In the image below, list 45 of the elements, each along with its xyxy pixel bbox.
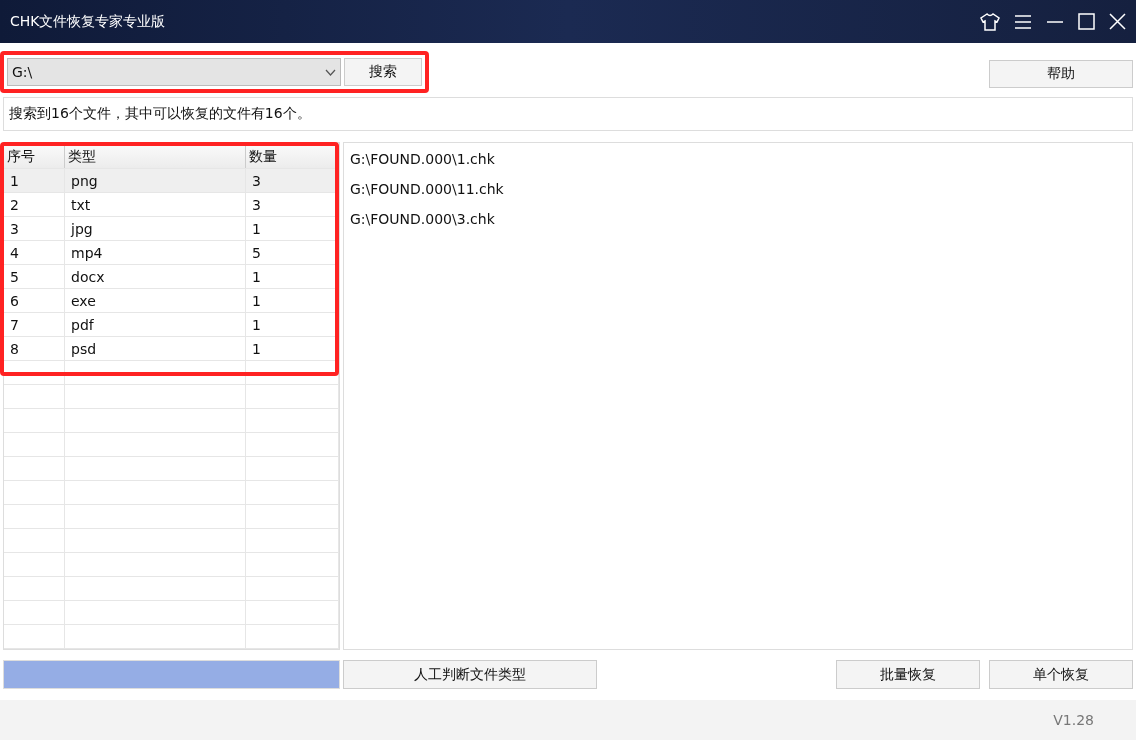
table-cell: 3 bbox=[246, 169, 339, 192]
file-path[interactable]: G:\FOUND.000\1.chk bbox=[350, 149, 1126, 169]
table-cell: jpg bbox=[65, 217, 246, 240]
table-cell: 8 bbox=[4, 337, 65, 360]
file-path[interactable]: G:\FOUND.000\11.chk bbox=[350, 179, 1126, 199]
table-cell: 6 bbox=[4, 289, 65, 312]
table-cell: 5 bbox=[246, 241, 339, 264]
table-cell: pdf bbox=[65, 313, 246, 336]
help-button[interactable]: 帮助 bbox=[989, 60, 1133, 88]
table-cell: 1 bbox=[4, 169, 65, 192]
table-cell: 1 bbox=[246, 289, 339, 312]
menu-icon[interactable] bbox=[1014, 13, 1032, 30]
single-restore-button[interactable]: 单个恢复 bbox=[989, 660, 1133, 689]
chevron-icon bbox=[325, 68, 336, 76]
column-header: 数量 bbox=[246, 145, 339, 168]
minimize-icon[interactable] bbox=[1046, 19, 1064, 24]
close-icon[interactable] bbox=[1109, 13, 1126, 30]
table-cell: psd bbox=[65, 337, 246, 360]
file-path[interactable]: G:\FOUND.000\3.chk bbox=[350, 209, 1126, 229]
table-cell: 5 bbox=[4, 265, 65, 288]
table-cell: docx bbox=[65, 265, 246, 288]
table-cell: 1 bbox=[246, 265, 339, 288]
status-message: 搜索到16个文件，其中可以恢复的文件有16个。 bbox=[3, 97, 1133, 131]
table-cell: 4 bbox=[4, 241, 65, 264]
table-cell: exe bbox=[65, 289, 246, 312]
table-cell: png bbox=[65, 169, 246, 192]
column-header: 序号 bbox=[4, 145, 65, 168]
table-cell: 2 bbox=[4, 193, 65, 216]
manual-type-button[interactable]: 人工判断文件类型 bbox=[343, 660, 597, 689]
column-header: 类型 bbox=[65, 145, 246, 168]
table-cell: mp4 bbox=[65, 241, 246, 264]
search-button[interactable]: 搜索 bbox=[344, 58, 422, 86]
table-cell: 7 bbox=[4, 313, 65, 336]
maximize-icon[interactable] bbox=[1078, 13, 1095, 30]
table-cell: 3 bbox=[246, 193, 339, 216]
shirt-icon[interactable] bbox=[980, 12, 1000, 31]
table-cell: 1 bbox=[246, 313, 339, 336]
batch-restore-button[interactable]: 批量恢复 bbox=[836, 660, 980, 689]
drive-dropdown[interactable]: G:\ bbox=[7, 58, 341, 86]
table-cell: 1 bbox=[246, 217, 339, 240]
table-cell: 1 bbox=[246, 337, 339, 360]
window-title: CHK文件恢复专家专业版 bbox=[10, 12, 167, 31]
table-cell: txt bbox=[65, 193, 246, 216]
version-label: V1.28 bbox=[1053, 712, 1094, 728]
table-cell: 3 bbox=[4, 217, 65, 240]
